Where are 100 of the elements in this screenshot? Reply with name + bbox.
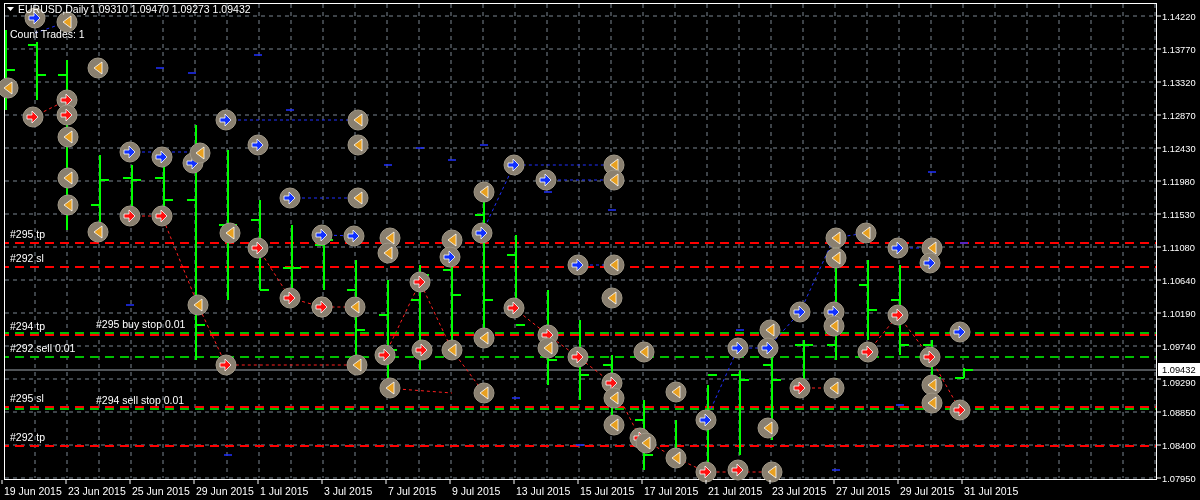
price-label: 1.08850: [1162, 408, 1196, 418]
order-line-label: #292 sl: [10, 252, 44, 264]
trade-marker-icon: [919, 346, 941, 368]
trade-marker-icon: [311, 224, 333, 246]
order-line-label: #292 tp: [10, 431, 46, 443]
current-price-label: 1.09432: [1158, 363, 1200, 376]
trade-marker-icon: [347, 134, 369, 156]
pending-order-mark: [927, 171, 937, 173]
trade-marker-icon: [119, 205, 141, 227]
trade-marker-icon: [567, 346, 589, 368]
trade-marker-icon: [346, 354, 368, 376]
trade-marker-icon: [347, 187, 369, 209]
trade-marker-icon: [215, 354, 237, 376]
date-label: 29 Jun 2015: [196, 485, 254, 497]
trade-marker-icon: [887, 304, 909, 326]
price-label: 1.11530: [1162, 210, 1195, 220]
price-label: 1.12430: [1162, 144, 1196, 154]
trade-marker-icon: [343, 225, 365, 247]
price-label: 1.13320: [1162, 78, 1196, 88]
date-label: 25 Jun 2015: [132, 485, 190, 497]
trade-marker-icon: [761, 461, 783, 483]
date-label: 3 Jul 2015: [324, 485, 373, 497]
price-label: 1.09740: [1162, 342, 1196, 352]
trade-marker-icon: [439, 246, 461, 268]
pending-order-mark: [187, 72, 197, 74]
trade-marker-icon: [347, 109, 369, 131]
pending-order-mark: [543, 191, 553, 193]
trade-marker-icon: [503, 297, 525, 319]
trade-marker-icon: [215, 109, 237, 131]
order-line-label: #295 buy stop 0.01: [96, 318, 186, 330]
trade-marker-icon: [189, 142, 211, 164]
pending-order-mark: [511, 397, 521, 399]
trade-marker-icon: [757, 337, 779, 359]
trade-marker-icon: [919, 252, 941, 274]
trade-marker-icon: [535, 169, 557, 191]
trade-marker-icon: [949, 399, 971, 421]
trade-marker-icon: [22, 106, 44, 128]
trade-marker-icon: [379, 377, 401, 399]
dropdown-arrow-icon[interactable]: [7, 7, 14, 11]
pending-order-mark: [831, 469, 841, 471]
trade-marker-icon: [825, 247, 847, 269]
trade-marker-icon: [409, 271, 431, 293]
trade-marker-icon: [279, 287, 301, 309]
price-label: 1.07950: [1162, 474, 1196, 484]
trade-marker-icon: [789, 301, 811, 323]
price-label: 1.12870: [1162, 111, 1196, 121]
pending-order-mark: [575, 444, 585, 446]
order-line-label: #294 sell stop 0.01: [96, 394, 185, 406]
trade-marker-icon: [635, 432, 657, 454]
trade-marker-icon: [825, 227, 847, 249]
trade-marker-icon: [247, 237, 269, 259]
price-label: 1.13770: [1162, 45, 1196, 55]
trade-marker-icon: [887, 237, 909, 259]
chart-symbol: EURUSD,Daily: [18, 3, 89, 15]
trade-marker-icon: [665, 447, 687, 469]
trade-marker-icon: [823, 377, 845, 399]
date-label: 17 Jul 2015: [644, 485, 699, 497]
order-line-label: #292 sell 0.01: [10, 342, 76, 354]
date-label: 23 Jul 2015: [772, 485, 827, 497]
trade-marker-icon: [411, 339, 433, 361]
trade-marker-icon: [473, 382, 495, 404]
order-line-label: #294 tp: [10, 320, 46, 332]
count-trades-label: Count Trades: 1: [10, 28, 85, 40]
pending-order-mark: [155, 67, 165, 69]
price-label: 1.08400: [1162, 441, 1196, 451]
trade-marker-icon: [603, 387, 625, 409]
trade-marker-icon: [151, 205, 173, 227]
trade-marker-icon: [471, 222, 493, 244]
trade-marker-icon: [57, 126, 79, 148]
trade-marker-icon: [503, 154, 525, 176]
trade-marker-icon: [695, 409, 717, 431]
order-line-label: #295 tp: [10, 228, 46, 240]
date-label: 23 Jun 2015: [68, 485, 126, 497]
trade-marker-icon: [757, 417, 779, 439]
trade-marker-icon: [633, 341, 655, 363]
date-label: 9 Jul 2015: [452, 485, 501, 497]
trade-marker-icon: [279, 187, 301, 209]
trade-marker-icon: [473, 327, 495, 349]
chart-quote: 1.09310 1.09470 1.09273 1.09432: [90, 3, 251, 15]
trade-marker-icon: [855, 222, 877, 244]
price-label: 1.11080: [1162, 243, 1195, 253]
price-label: 1.14220: [1162, 12, 1196, 22]
date-label: 1 Jul 2015: [260, 485, 309, 497]
trade-marker-icon: [57, 194, 79, 216]
price-label: 1.10640: [1162, 276, 1196, 286]
pending-order-mark: [383, 164, 393, 166]
order-line-label: #295 sl: [10, 392, 44, 404]
price-label: 1.09290: [1162, 378, 1196, 388]
trade-marker-icon: [823, 315, 845, 337]
date-label: 27 Jul 2015: [836, 485, 891, 497]
pending-order-mark: [447, 159, 457, 161]
trade-marker-icon: [857, 341, 879, 363]
pending-order-mark: [959, 242, 969, 244]
pending-order-mark: [607, 209, 617, 211]
trade-marker-icon: [0, 77, 19, 99]
date-label: 21 Jul 2015: [708, 485, 763, 497]
date-label: 15 Jul 2015: [580, 485, 635, 497]
trade-marker-icon: [344, 296, 366, 318]
trade-marker-icon: [187, 294, 209, 316]
trade-marker-icon: [601, 287, 623, 309]
